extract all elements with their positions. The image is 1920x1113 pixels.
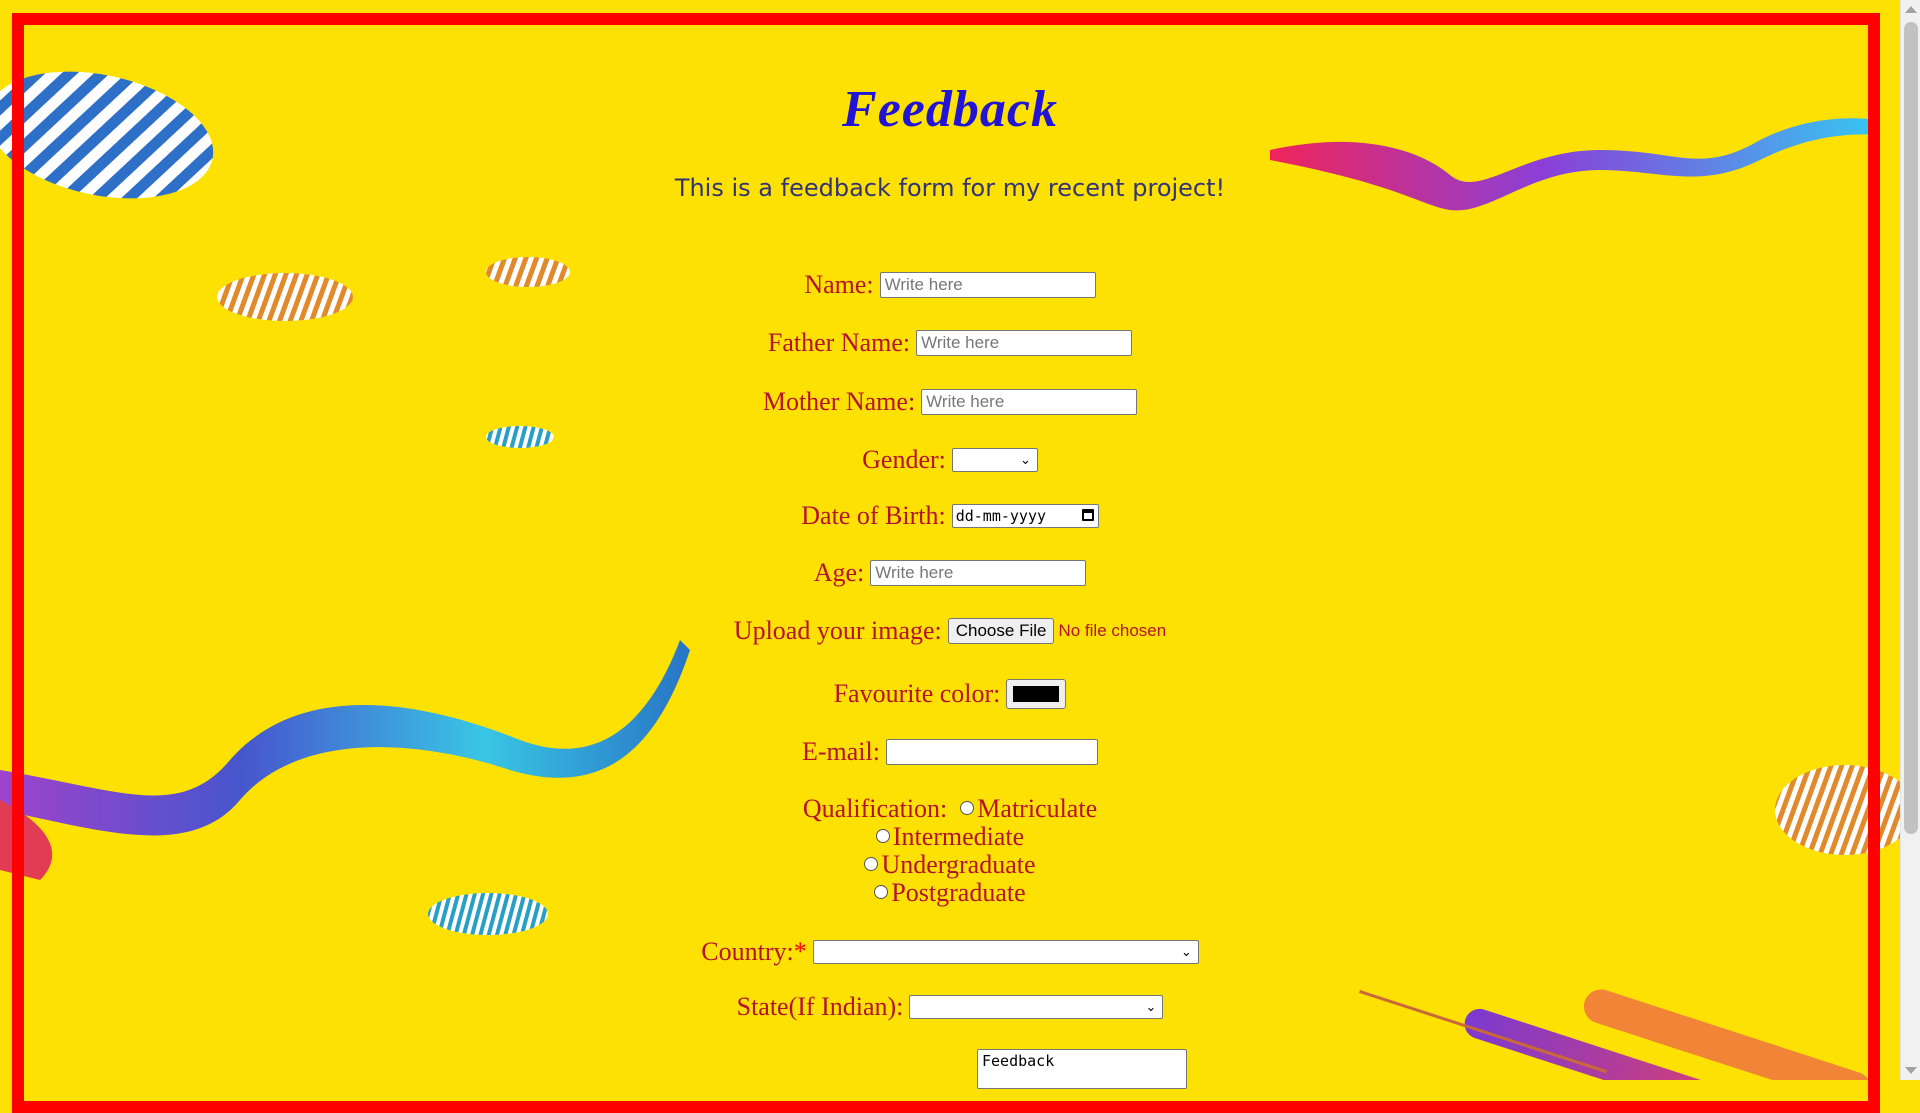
qualification-line: Postgraduate: [0, 879, 1900, 907]
radio-undergraduate[interactable]: [864, 857, 879, 872]
state-row: State(If Indian): ⌄: [0, 990, 1900, 1022]
upload-row: Upload your image: Choose File No file cho…: [0, 614, 1900, 646]
email-label: E-mail:: [802, 737, 880, 767]
dob-label: Date of Birth:: [801, 501, 946, 531]
mother-name-row: Mother Name:: [0, 385, 1900, 417]
qualification-line: Undergraduate: [0, 851, 1900, 879]
radio-postgraduate[interactable]: [874, 885, 889, 900]
chevron-down-icon: ⌄: [1019, 453, 1031, 469]
option-label: Undergraduate: [881, 850, 1036, 879]
file-status: No file chosen: [1058, 621, 1167, 641]
option-label: Postgraduate: [891, 878, 1026, 907]
page-subtitle: This is a feedback form for my recent pr…: [674, 174, 1226, 202]
name-row: Name:: [0, 268, 1900, 300]
father-name-label: Father Name:: [767, 328, 911, 358]
dob-placeholder: dd-mm-yyyy: [955, 507, 1047, 526]
scrollbar-thumb[interactable]: [1904, 22, 1918, 834]
color-swatch: [1013, 686, 1060, 703]
age-row: Age:: [0, 556, 1900, 588]
chevron-down-icon: ⌄: [1145, 1000, 1157, 1016]
dob-row: Date of Birth: dd-mm-yyyy: [0, 499, 1900, 531]
chevron-down-icon: ⌄: [1180, 945, 1192, 961]
country-row: Country:* ⌄: [0, 935, 1900, 967]
state-select[interactable]: ⌄: [909, 995, 1164, 1020]
upload-label: Upload your image:: [733, 616, 942, 646]
age-label: Age:: [813, 558, 865, 588]
scroll-up-icon[interactable]: [1905, 6, 1917, 13]
email-input[interactable]: [885, 739, 1098, 766]
gender-select[interactable]: ⌄: [951, 448, 1038, 473]
state-label: State(If Indian):: [736, 992, 904, 1022]
page-title: Feedback: [842, 81, 1058, 138]
option-label: Matriculate: [977, 794, 1098, 823]
name-input[interactable]: [879, 272, 1096, 299]
qualification-line: Qualification: Matriculate: [0, 795, 1900, 823]
email-row: E-mail:: [0, 735, 1900, 767]
country-label: Country:: [701, 937, 794, 967]
favourite-color-row: Favourite color:: [0, 677, 1900, 710]
feedback-textarea[interactable]: Feedback: [977, 1049, 1187, 1089]
favourite-color-label: Favourite color:: [833, 679, 1001, 709]
color-picker[interactable]: [1006, 679, 1067, 710]
name-label: Name:: [804, 270, 874, 300]
father-name-input[interactable]: [916, 330, 1133, 357]
country-select[interactable]: ⌄: [812, 940, 1199, 965]
required-mark: *: [793, 937, 807, 967]
gender-row: Gender: ⌄: [0, 443, 1900, 475]
father-name-row: Father Name:: [0, 326, 1900, 358]
mother-name-label: Mother Name:: [762, 387, 916, 417]
dob-input[interactable]: dd-mm-yyyy: [951, 504, 1099, 529]
gender-label: Gender:: [862, 445, 946, 475]
choose-file-button[interactable]: Choose File: [947, 618, 1055, 645]
calendar-icon[interactable]: [1081, 509, 1094, 522]
vertical-scrollbar[interactable]: [1900, 0, 1920, 1080]
mother-name-input[interactable]: [921, 389, 1138, 416]
radio-matriculate[interactable]: [960, 801, 975, 816]
qualification-label: Qualification:: [802, 794, 948, 823]
qualification-group: Qualification: Matriculate Intermediate …: [0, 795, 1900, 907]
option-label: Intermediate: [892, 822, 1025, 851]
age-input[interactable]: [870, 560, 1087, 587]
radio-intermediate[interactable]: [875, 829, 890, 844]
qualification-line: Intermediate: [0, 823, 1900, 851]
scroll-down-icon[interactable]: [1905, 1067, 1917, 1074]
